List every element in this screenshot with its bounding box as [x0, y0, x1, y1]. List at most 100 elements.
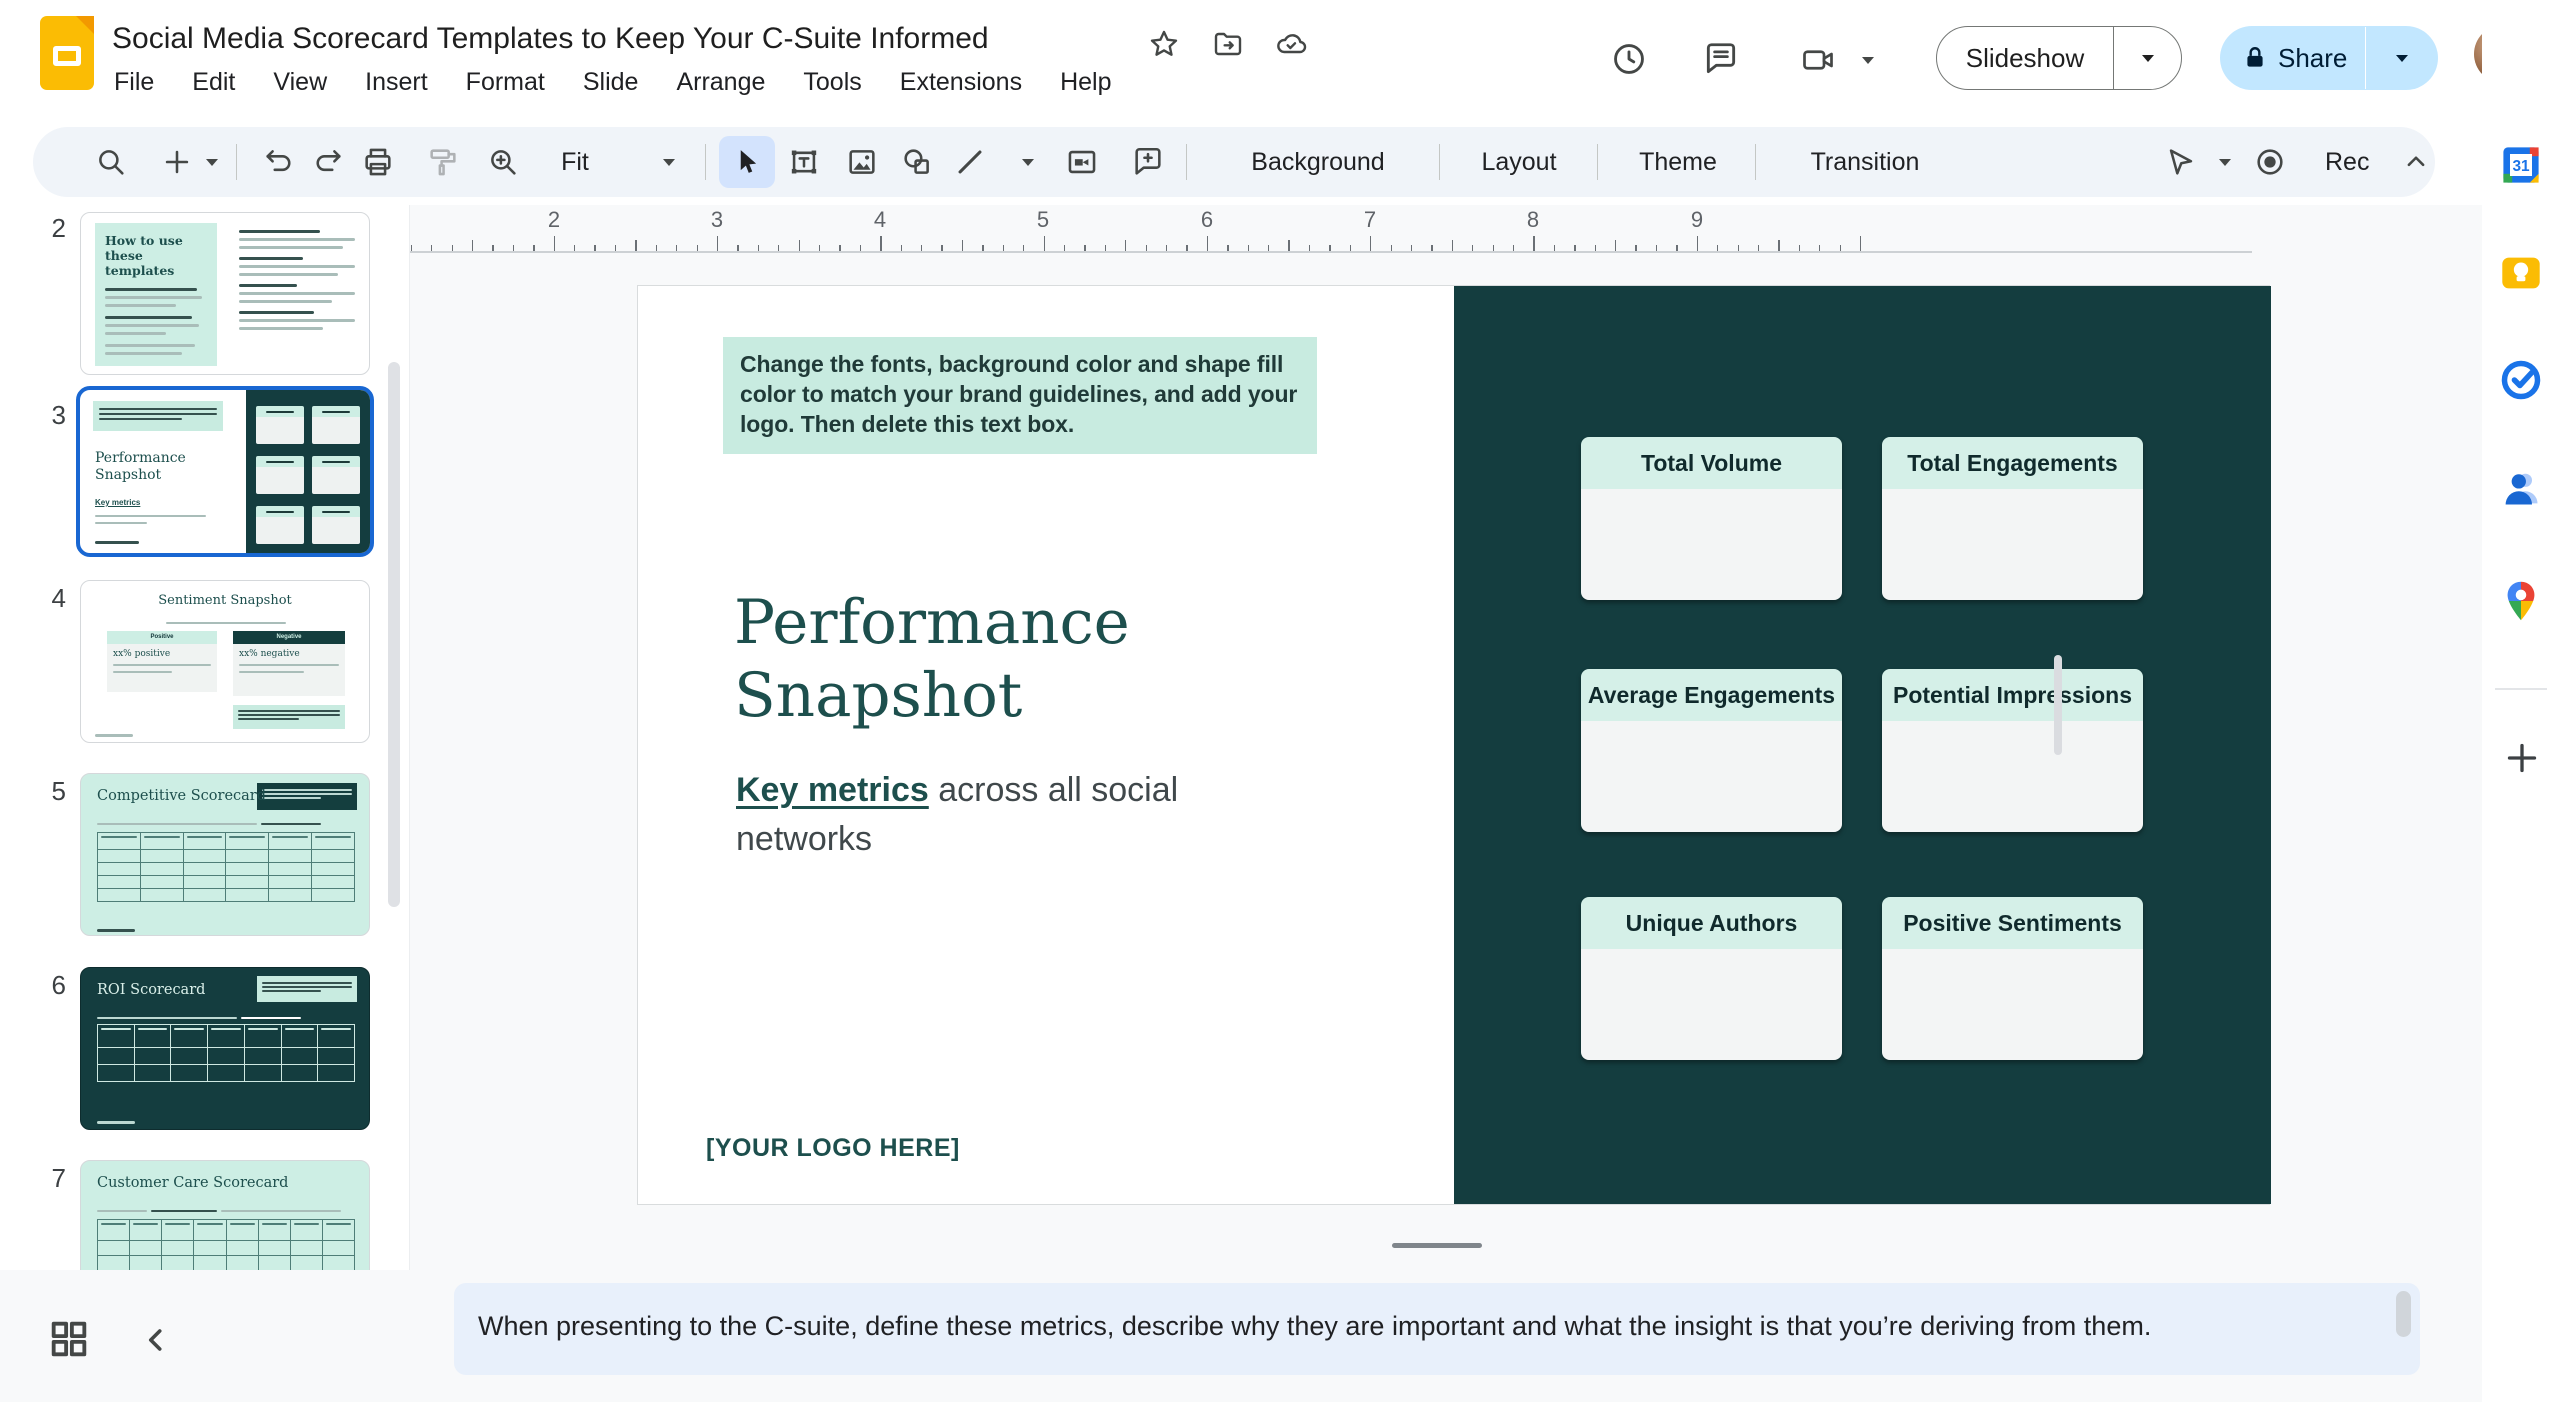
menu-format[interactable]: Format [462, 66, 549, 99]
document-title[interactable]: Social Media Scorecard Templates to Keep… [112, 22, 989, 56]
select-tool-button[interactable] [719, 136, 775, 188]
redo-icon[interactable] [311, 145, 345, 179]
slide-dark-panel[interactable] [1454, 286, 2271, 1204]
slide-number: 2 [22, 213, 66, 244]
keep-icon[interactable] [2499, 251, 2543, 295]
thumb-instruction-box [233, 705, 345, 729]
thumb-table [97, 832, 355, 902]
calendar-icon[interactable]: 31 [2499, 143, 2543, 187]
notes-scrollbar[interactable] [2396, 1291, 2411, 1337]
ruler-number: 7 [1364, 207, 1376, 233]
metric-card-positive-sentiments[interactable]: Positive Sentiments [1882, 897, 2143, 1060]
slide-subtitle[interactable]: Key metrics across all social networks [736, 766, 1256, 865]
menu-help[interactable]: Help [1056, 66, 1115, 99]
text-box-icon[interactable] [787, 145, 821, 179]
share-button[interactable]: Share [2220, 26, 2438, 90]
comment-history-icon[interactable] [1702, 40, 1740, 78]
instruction-text-box[interactable]: Change the fonts, background color and s… [723, 337, 1317, 454]
menu-slide[interactable]: Slide [579, 66, 643, 99]
speaker-notes-box[interactable]: When presenting to the C-suite, define t… [454, 1283, 2420, 1375]
thumb-table [97, 1024, 355, 1082]
transition-button[interactable]: Transition [1811, 127, 1920, 197]
title-bar: Social Media Scorecard Templates to Keep… [0, 0, 2560, 118]
background-button[interactable]: Background [1251, 127, 1384, 197]
share-dropdown[interactable] [2366, 55, 2438, 62]
grid-view-icon[interactable] [46, 1316, 92, 1362]
metric-card-unique-authors[interactable]: Unique Authors [1581, 897, 1842, 1060]
record-icon[interactable] [2253, 145, 2287, 179]
menu-view[interactable]: View [269, 66, 331, 99]
menu-edit[interactable]: Edit [188, 66, 239, 99]
slideshow-button[interactable]: Slideshow [1936, 26, 2182, 90]
version-history-icon[interactable] [1610, 40, 1648, 78]
filmstrip-scrollbar[interactable] [388, 362, 400, 907]
slide-thumbnail-3-selected[interactable]: Performance Snapshot Key metrics [76, 386, 374, 557]
menu-insert[interactable]: Insert [361, 66, 432, 99]
slide-title[interactable]: Performance Snapshot [734, 586, 1234, 732]
new-slide-icon[interactable] [160, 145, 194, 179]
slide-editor[interactable]: Change the fonts, background color and s… [637, 285, 2270, 1205]
text-bar [239, 292, 355, 295]
thumb-title: Competitive Scorecard [97, 788, 266, 804]
notes-resize-handle[interactable] [1392, 1243, 1482, 1248]
get-addons-icon[interactable] [2502, 738, 2542, 778]
collapse-toolbar-icon[interactable] [2399, 145, 2433, 179]
insert-image-icon[interactable] [845, 145, 879, 179]
toolbar-divider [705, 144, 706, 180]
menu-arrange[interactable]: Arrange [672, 66, 769, 99]
metric-card-title: Positive Sentiments [1882, 897, 2143, 949]
logo-placeholder[interactable]: [YOUR LOGO HERE] [706, 1134, 960, 1163]
speaker-notes-text[interactable]: When presenting to the C-suite, define t… [478, 1311, 2358, 1342]
laser-pointer-icon[interactable] [2164, 145, 2198, 179]
layout-button[interactable]: Layout [1481, 127, 1556, 197]
move-to-folder-icon[interactable] [1212, 28, 1244, 60]
horizontal-ruler-baseline [236, 251, 2252, 253]
insert-video-icon[interactable] [1065, 145, 1099, 179]
add-comment-icon[interactable] [1131, 145, 1165, 179]
slide-thumbnail-7[interactable]: Customer Care Scorecard [80, 1160, 370, 1270]
insert-shape-icon[interactable] [900, 145, 934, 179]
canvas-scrollbar[interactable] [2054, 655, 2062, 755]
slide-thumbnail-6[interactable]: ROI Scorecard [80, 967, 370, 1130]
thumb-negative-box: Negative xx% negative [233, 631, 345, 696]
metric-card-title: Average Engagements [1581, 669, 1842, 721]
search-menus-icon[interactable] [94, 145, 128, 179]
zoom-caret-icon[interactable] [663, 159, 675, 166]
metric-card-average-engagements[interactable]: Average Engagements [1581, 669, 1842, 832]
metric-card-potential-impressions[interactable]: Potential Impressions [1882, 669, 2143, 832]
star-icon[interactable] [1148, 28, 1180, 60]
theme-button[interactable]: Theme [1639, 127, 1717, 197]
cloud-saved-icon[interactable] [1274, 28, 1308, 60]
laser-caret-icon[interactable] [2219, 159, 2231, 166]
thumb-dark-panel [246, 390, 370, 553]
new-slide-caret-icon[interactable] [206, 159, 218, 166]
text-bar [97, 1017, 237, 1019]
maps-icon[interactable] [2499, 579, 2543, 623]
tasks-icon[interactable] [2499, 358, 2543, 402]
metric-card-total-engagements[interactable]: Total Engagements [1882, 437, 2143, 600]
undo-icon[interactable] [262, 145, 296, 179]
text-bar [105, 324, 199, 327]
collapse-filmstrip-chevron-icon[interactable] [138, 1322, 174, 1358]
line-caret-icon[interactable] [1022, 159, 1034, 166]
meet-camera-icon[interactable] [1800, 42, 1836, 78]
slide-thumbnail-4[interactable]: Sentiment Snapshot Positive xx% positive… [80, 580, 370, 743]
zoom-select[interactable]: Fit [561, 127, 589, 197]
record-label[interactable]: Rec [2325, 127, 2369, 197]
text-bar [166, 622, 286, 624]
slideshow-dropdown[interactable] [2114, 55, 2181, 62]
menu-tools[interactable]: Tools [799, 66, 865, 99]
contacts-icon[interactable] [2499, 466, 2543, 510]
meet-dropdown-caret-icon[interactable] [1862, 57, 1874, 64]
slide-thumbnail-2[interactable]: How to use these templates [80, 212, 370, 375]
print-icon[interactable] [361, 145, 395, 179]
metric-card-total-volume[interactable]: Total Volume [1581, 437, 1842, 600]
insert-line-icon[interactable] [953, 145, 987, 179]
slides-logo-icon[interactable] [40, 16, 94, 90]
menu-file[interactable]: File [110, 66, 158, 99]
menu-extensions[interactable]: Extensions [896, 66, 1026, 99]
zoom-in-icon[interactable] [486, 145, 520, 179]
key-metrics-link[interactable]: Key metrics [736, 771, 929, 809]
paint-format-icon[interactable] [426, 145, 460, 179]
slide-thumbnail-5[interactable]: Competitive Scorecard [80, 773, 370, 936]
